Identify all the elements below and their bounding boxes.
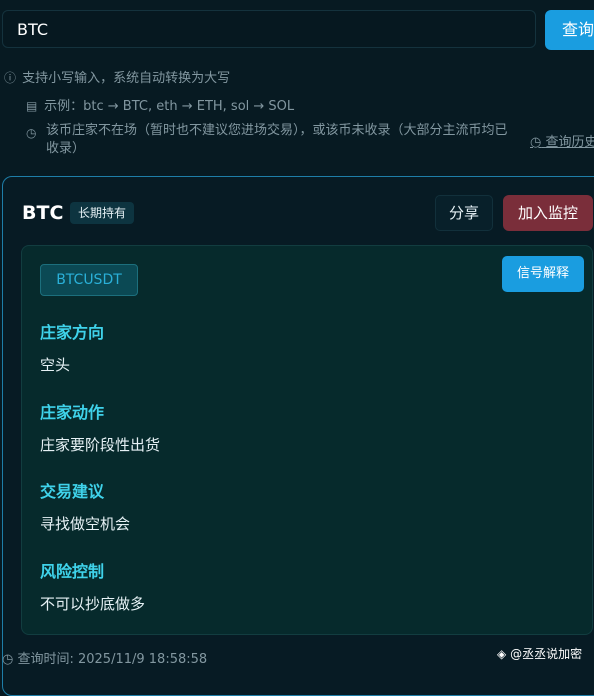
coin-title: BTC xyxy=(22,202,64,224)
holding-tag: 长期持有 xyxy=(70,202,135,224)
symbol-badge: BTCUSDT xyxy=(40,264,138,296)
hint-lowercase: ⓘ 支持小写输入，系统自动转换为大写 xyxy=(4,67,230,86)
section-title-direction: 庄家方向 xyxy=(40,323,105,342)
hint-not-listed-text: 该币庄家不在场（暂时也不建议您进场交易），或该币未收录（大部分主流币均已收录） xyxy=(46,123,508,156)
add-monitor-button[interactable]: 加入监控 xyxy=(503,195,593,231)
history-link[interactable]: ◷ 查询历史 xyxy=(530,131,594,150)
watermark: ◈ @丞丞说加密 xyxy=(497,645,582,662)
query-time: ◷ 查询时间: 2025/11/9 18:58:58 xyxy=(2,648,207,667)
section-value-advice: 寻找做空机会 xyxy=(40,515,131,533)
section-title-risk: 风险控制 xyxy=(40,562,105,581)
search-button[interactable]: 查询 xyxy=(545,10,594,50)
signal-panel: BTCUSDT 信号解释 庄家方向 空头 庄家动作 庄家要阶段性出货 交易建议 … xyxy=(21,245,593,635)
section-title-action: 庄家动作 xyxy=(40,403,105,422)
query-time-text: 查询时间: 2025/11/9 18:58:58 xyxy=(17,652,208,667)
share-button[interactable]: 分享 xyxy=(435,195,493,231)
file-icon: ▤ xyxy=(26,99,38,113)
history-clock-icon: ◷ xyxy=(530,135,542,150)
section-title-advice: 交易建议 xyxy=(40,482,105,501)
search-input[interactable]: BTC xyxy=(2,10,536,48)
hint-example: ▤ 示例：btc → BTC, eth → ETH, sol → SOL xyxy=(26,95,294,114)
section-value-action: 庄家要阶段性出货 xyxy=(40,436,161,454)
hint-not-listed: ◷ 该币庄家不在场（暂时也不建议您进场交易），或该币未收录（大部分主流币均已收录… xyxy=(26,122,516,158)
clock-icon: ◷ xyxy=(2,652,14,667)
section-value-risk: 不可以抄底做多 xyxy=(40,595,146,613)
info-icon: ⓘ xyxy=(4,71,17,85)
clock-icon: ◷ xyxy=(26,126,37,140)
result-card: BTC 长期持有 分享 加入监控 BTCUSDT 信号解释 庄家方向 空头 庄家… xyxy=(2,176,594,696)
search-row: BTC 查询 xyxy=(0,10,594,50)
hint-lowercase-text: 支持小写输入，系统自动转换为大写 xyxy=(22,71,231,86)
section-value-direction: 空头 xyxy=(40,356,71,374)
logo-icon: ◈ xyxy=(497,647,507,661)
hint-example-text: 示例：btc → BTC, eth → ETH, sol → SOL xyxy=(44,99,295,114)
history-link-text: 查询历史 xyxy=(545,135,594,150)
watermark-text: @丞丞说加密 xyxy=(510,647,583,661)
signal-explain-button[interactable]: 信号解释 xyxy=(502,256,584,292)
